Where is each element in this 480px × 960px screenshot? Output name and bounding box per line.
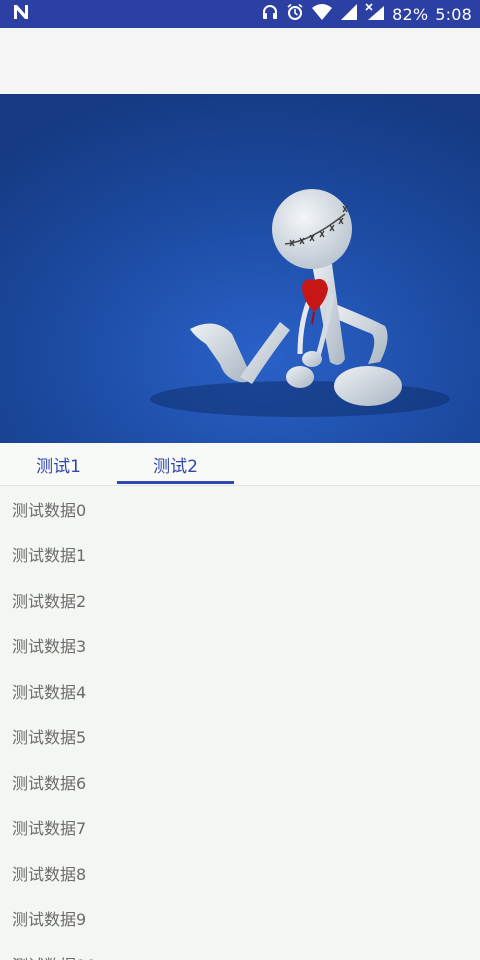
header-image bbox=[0, 94, 480, 443]
list-item[interactable]: 测试数据10 bbox=[0, 941, 480, 960]
clock-time: 5:08 bbox=[435, 4, 472, 24]
battery-percentage: 82% bbox=[392, 4, 429, 24]
wifi-icon bbox=[311, 3, 333, 25]
n-logo-icon bbox=[12, 3, 30, 25]
tab-test2[interactable]: 测试2 bbox=[117, 443, 234, 485]
tab-bar: 测试1 测试2 bbox=[0, 443, 480, 486]
toolbar bbox=[0, 28, 480, 94]
status-right: 82% 5:08 bbox=[254, 3, 472, 25]
list-item[interactable]: 测试数据4 bbox=[0, 668, 480, 714]
data-list[interactable]: 测试数据0 测试数据1 测试数据2 测试数据3 测试数据4 测试数据5 测试数据… bbox=[0, 486, 480, 960]
status-left bbox=[12, 3, 30, 25]
signal-icon bbox=[340, 3, 358, 25]
list-item[interactable]: 测试数据3 bbox=[0, 623, 480, 669]
tab-test1[interactable]: 测试1 bbox=[0, 443, 117, 485]
tab-label: 测试1 bbox=[36, 456, 81, 477]
headphones-icon bbox=[261, 3, 279, 25]
tab-label: 测试2 bbox=[153, 456, 198, 477]
list-item[interactable]: 测试数据5 bbox=[0, 714, 480, 760]
list-item[interactable]: 测试数据1 bbox=[0, 532, 480, 578]
list-item[interactable]: 测试数据0 bbox=[0, 486, 480, 532]
tab-selected-indicator bbox=[117, 481, 234, 484]
list-item[interactable]: 测试数据7 bbox=[0, 805, 480, 851]
list-item[interactable]: 测试数据8 bbox=[0, 850, 480, 896]
list-item[interactable]: 测试数据2 bbox=[0, 577, 480, 623]
list-item[interactable]: 测试数据6 bbox=[0, 759, 480, 805]
status-bar: 82% 5:08 bbox=[0, 0, 480, 28]
signal-no-data-icon bbox=[365, 3, 385, 25]
character-illustration-icon bbox=[0, 94, 480, 443]
alarm-icon bbox=[286, 3, 304, 25]
list-item[interactable]: 测试数据9 bbox=[0, 896, 480, 942]
